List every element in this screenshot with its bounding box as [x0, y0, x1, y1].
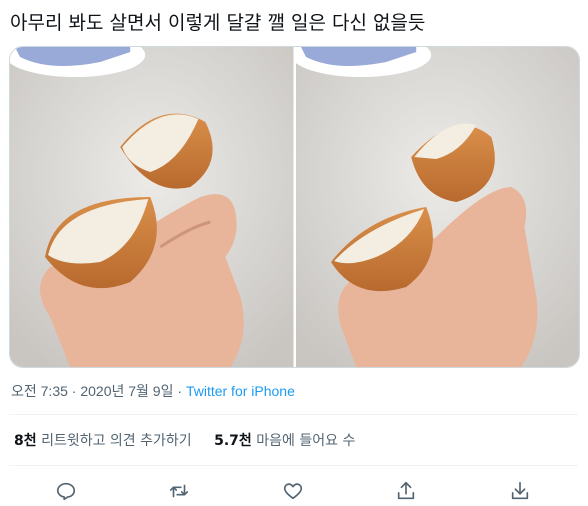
retweet-icon	[169, 484, 189, 498]
tweet-actions	[0, 476, 588, 506]
reply-button[interactable]	[54, 479, 78, 503]
like-button[interactable]	[281, 479, 305, 503]
like-icon	[283, 483, 303, 500]
reply-icon	[56, 482, 76, 501]
likes-stat[interactable]: 5.7천 마음에 들어요 수	[214, 433, 355, 449]
share-button[interactable]	[394, 479, 418, 503]
tweet-text: 아무리 봐도 살면서 이렇게 달걀 깰 일은 다신 없을듯	[10, 12, 426, 34]
photo-left[interactable]	[10, 47, 294, 367]
retweets-stat[interactable]: 8천 리트윗하고 의견 추가하기	[14, 433, 192, 449]
tweet-source-link[interactable]: Twitter for iPhone	[186, 383, 295, 399]
tweet-timestamp[interactable]: 오전 7:35 · 2020년 7월 9일	[11, 383, 173, 399]
retweet-button[interactable]	[167, 479, 191, 503]
meta-separator: ·	[173, 383, 186, 399]
tweet-media[interactable]	[9, 46, 580, 368]
photo-right[interactable]	[295, 47, 579, 367]
divider-top	[9, 414, 578, 415]
tweet-meta: 오전 7:35 · 2020년 7월 9일 · Twitter for iPho…	[11, 381, 295, 401]
share-icon	[397, 481, 415, 500]
divider-bottom	[9, 465, 578, 466]
tweet-stats: 8천 리트윗하고 의견 추가하기 5.7천 마음에 들어요 수	[14, 430, 373, 450]
download-button[interactable]	[508, 479, 532, 503]
bookmark-download-icon	[511, 481, 529, 500]
